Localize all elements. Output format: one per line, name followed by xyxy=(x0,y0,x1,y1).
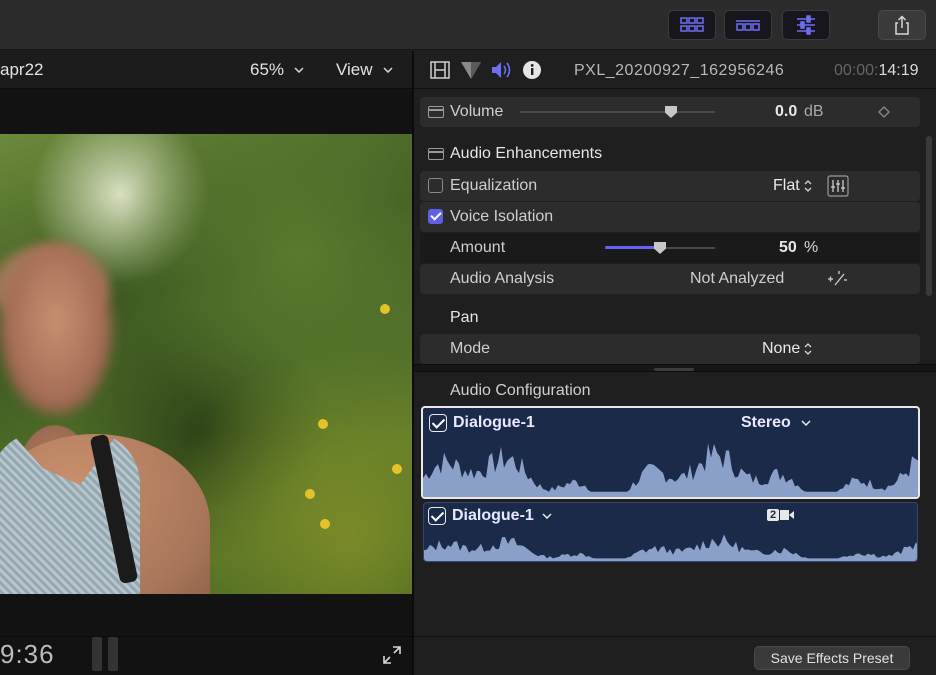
pause-icon[interactable] xyxy=(92,637,118,671)
inspector-splitter[interactable] xyxy=(414,364,936,372)
pan-mode-row: Mode None xyxy=(420,334,920,364)
amount-unit: % xyxy=(804,239,819,256)
inspector-toggle-button[interactable] xyxy=(782,10,830,40)
chevron-down-icon[interactable] xyxy=(542,513,552,519)
track-name: Dialogue-1 xyxy=(452,507,534,524)
audio-enhancements-label: Audio Enhancements xyxy=(450,145,603,162)
timeline-layout-button[interactable] xyxy=(724,10,772,40)
viewer-title: apr22 xyxy=(0,60,44,79)
waveform-shape xyxy=(424,534,917,561)
audio-analysis-value: Not Analyzed xyxy=(690,270,785,287)
equalization-value[interactable]: Flat xyxy=(773,177,800,195)
waveform-shape xyxy=(423,443,918,497)
flower xyxy=(318,419,328,429)
amount-row: Amount 50 % xyxy=(420,233,920,263)
channel-badge: 2 xyxy=(767,508,795,522)
voice-isolation-row: Voice Isolation xyxy=(420,202,920,232)
sliders-icon xyxy=(797,15,815,35)
flower xyxy=(320,519,330,529)
blurred-face xyxy=(0,244,112,414)
volume-row: Volume 0.0 dB xyxy=(420,97,920,127)
playhead-timecode: 9:36 xyxy=(0,639,55,669)
view-menu[interactable]: View xyxy=(336,60,393,80)
info-icon[interactable] xyxy=(522,60,542,80)
clip-duration: 00:00:14:19 xyxy=(834,62,919,79)
inspector-panel: PXL_20200927_162956246 00:00:14:19 Volum… xyxy=(414,51,936,675)
audio-track-card[interactable]: Dialogue-1 2 xyxy=(423,502,918,562)
amount-value[interactable]: 50 xyxy=(779,239,797,257)
viewer-header: apr22 65% View xyxy=(0,51,412,89)
eq-settings-icon[interactable] xyxy=(827,175,849,197)
color-inspector-icon[interactable] xyxy=(460,60,482,80)
inspector-tabs: PXL_20200927_162956246 00:00:14:19 xyxy=(414,51,936,89)
audio-analysis-row: Audio Analysis Not Analyzed xyxy=(420,264,920,294)
equalization-label: Equalization xyxy=(450,177,538,194)
inspector-scrollbar[interactable] xyxy=(926,136,932,296)
video-inspector-icon[interactable] xyxy=(430,60,450,80)
view-label: View xyxy=(336,60,373,79)
amount-slider-knob[interactable] xyxy=(654,242,666,254)
track-name: Dialogue-1 xyxy=(453,414,535,431)
track-format[interactable]: Stereo xyxy=(741,414,791,432)
fullscreen-icon[interactable] xyxy=(382,645,402,665)
browser-layout-button[interactable] xyxy=(668,10,716,40)
track-waveform xyxy=(424,534,917,561)
chevron-down-icon[interactable] xyxy=(801,420,811,426)
volume-slider-knob[interactable] xyxy=(665,106,677,118)
chevron-down-icon xyxy=(383,67,393,73)
viewer-footer-divider xyxy=(0,636,412,637)
volume-section-icon xyxy=(428,106,444,118)
stepper-icon[interactable] xyxy=(803,179,813,193)
share-icon xyxy=(895,15,909,35)
top-toolbar xyxy=(0,0,936,50)
zoom-value: 65% xyxy=(250,60,285,79)
save-effects-preset-button[interactable]: Save Effects Preset xyxy=(754,646,910,670)
amount-slider-fill xyxy=(605,246,660,249)
chevron-down-icon xyxy=(294,67,304,73)
pan-mode-label: Mode xyxy=(450,340,491,357)
pan-mode-value[interactable]: None xyxy=(762,340,800,358)
clip-name: PXL_20200927_162956246 xyxy=(574,62,785,79)
volume-label: Volume xyxy=(450,103,504,120)
audio-analysis-label: Audio Analysis xyxy=(450,270,555,287)
equalization-row: Equalization Flat xyxy=(420,171,920,201)
keyframe-icon[interactable] xyxy=(878,106,890,118)
track-checkbox[interactable] xyxy=(428,507,446,525)
flower xyxy=(305,489,315,499)
grid-icon xyxy=(680,17,704,32)
equalization-checkbox[interactable] xyxy=(428,178,443,193)
volume-slider[interactable] xyxy=(520,111,715,113)
viewer-panel: apr22 65% View 9:36 xyxy=(0,51,412,675)
video-frame[interactable] xyxy=(0,134,412,594)
timeline-icon xyxy=(736,20,760,31)
pan-header[interactable]: Pan xyxy=(420,303,920,333)
volume-value[interactable]: 0.0 xyxy=(775,103,797,121)
magic-wand-icon[interactable] xyxy=(826,270,848,288)
zoom-menu[interactable]: 65% xyxy=(250,60,304,80)
voice-isolation-checkbox[interactable] xyxy=(428,209,443,224)
audio-track-card[interactable]: Dialogue-1 Stereo xyxy=(421,406,920,499)
audio-inspector-icon[interactable] xyxy=(490,60,514,80)
voice-isolation-label: Voice Isolation xyxy=(450,208,554,225)
flower xyxy=(392,464,402,474)
channel-count: 2 xyxy=(767,509,780,521)
track-waveform xyxy=(423,443,918,497)
flower xyxy=(380,304,390,314)
audio-config-label: Audio Configuration xyxy=(450,382,591,399)
camera-icon xyxy=(780,510,795,520)
amount-label: Amount xyxy=(450,239,506,256)
volume-unit: dB xyxy=(804,103,824,120)
splitter-handle[interactable] xyxy=(654,368,694,371)
pan-label: Pan xyxy=(450,309,479,326)
track-checkbox[interactable] xyxy=(429,414,447,432)
inspector-footer: Save Effects Preset xyxy=(414,636,936,675)
audio-enhancements-header[interactable]: Audio Enhancements xyxy=(420,139,920,169)
stepper-icon[interactable] xyxy=(803,342,813,356)
share-button[interactable] xyxy=(878,10,926,40)
enhancements-section-icon xyxy=(428,148,444,160)
